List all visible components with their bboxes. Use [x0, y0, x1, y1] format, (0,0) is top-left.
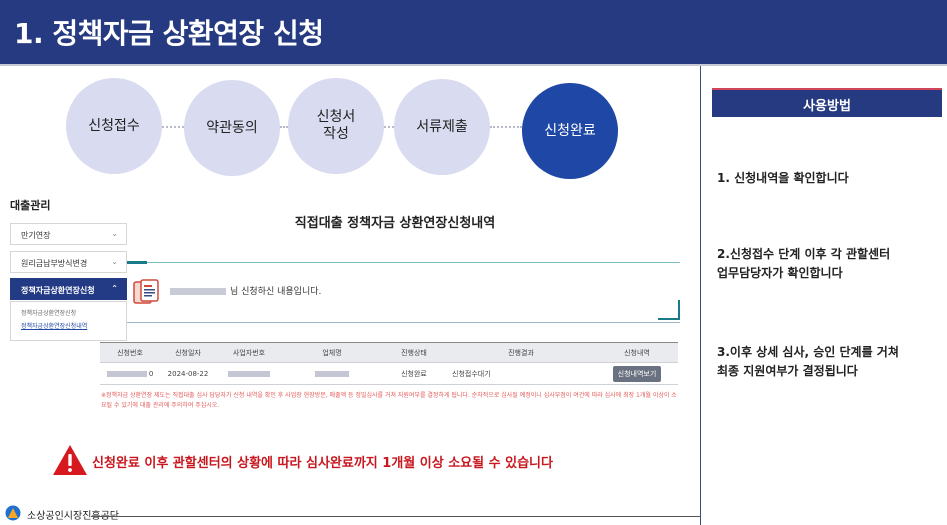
chevron-up-icon: ⌃ [111, 284, 118, 293]
cell-result: 신청접수대기 [446, 362, 596, 385]
step-documents: 서류제출 [394, 79, 490, 175]
cell-date: 2024-08-22 [160, 362, 216, 385]
application-table: 신청번호 신청일자 사업자번호 업체명 진행상태 진행결과 신청내역 0 202… [100, 342, 678, 385]
step-form: 신청서 작성 [288, 78, 384, 174]
chevron-down-icon: ⌄ [111, 229, 118, 238]
cell-application-number: 0 [100, 362, 160, 385]
sidebar-item-label: 만기연장 [21, 231, 51, 240]
table-header-row: 신청번호 신청일자 사업자번호 업체명 진행상태 진행결과 신청내역 [100, 342, 678, 363]
step-connector [490, 126, 522, 128]
step-complete: 신청완료 [522, 83, 618, 179]
step-connector [162, 126, 184, 128]
how-to-title: 사용방법 [712, 88, 942, 117]
warning-message: 신청완료 이후 관할센터의 상황에 따라 심사완료까지 1개월 이상 소요될 수… [92, 456, 553, 471]
cell-business-number [216, 362, 282, 385]
table-row: 0 2024-08-22 신청완료 신청접수대기 신청내역보기 [100, 362, 678, 385]
submenu-item-history[interactable]: 정책자금상환연장신청내역 [21, 321, 126, 330]
sidebar-item-repayment-change[interactable]: 원리금납부방식변경 ⌄ [10, 251, 127, 273]
masked-name [170, 288, 226, 295]
divider [127, 262, 680, 263]
submenu-item-apply[interactable]: 정책자금상환연장신청 [21, 308, 126, 317]
organization-name: 소상공인시장진흥공단 [27, 511, 119, 522]
footnote-text: ※정책자금 상환연장 제도는 직접대출 심사 담당자가 신청 내역을 확인 후 … [101, 392, 677, 409]
view-detail-button[interactable]: 신청내역보기 [612, 365, 662, 382]
column-header: 업체명 [282, 342, 382, 363]
corner-bracket [658, 300, 680, 320]
vertical-divider [700, 66, 701, 525]
document-icon [133, 279, 159, 304]
step-connector [280, 126, 288, 128]
column-header: 진행결과 [446, 342, 596, 363]
column-header: 신청번호 [100, 342, 160, 363]
notice-message: 님 신청하신 내용입니다. [170, 284, 321, 297]
instruction-step-2: 2.신청접수 단계 이후 각 관할센터 업무담당자가 확인합니다 [717, 247, 891, 280]
divider-accent [127, 261, 147, 264]
warning-icon [53, 445, 87, 475]
header-bar: 1. 정책자금 상환연장 신청 [0, 0, 947, 64]
divider [127, 322, 680, 323]
content-title: 직접대출 정책자금 상환연장신청내역 [294, 216, 496, 231]
cell-detail: 신청내역보기 [596, 362, 678, 385]
step-apply: 신청접수 [66, 78, 162, 174]
column-header: 사업자번호 [216, 342, 282, 363]
sidebar-submenu: 정책자금상환연장신청 정책자금상환연장신청내역 [10, 301, 127, 341]
sidebar-item-label: 원리금납부방식변경 [21, 259, 88, 268]
sidebar-title: 대출관리 [10, 199, 51, 212]
instruction-step-1: 1. 신청내역을 확인합니다 [717, 171, 849, 185]
header-divider [0, 64, 947, 66]
chevron-down-icon: ⌄ [111, 257, 118, 266]
page-title: 1. 정책자금 상환연장 신청 [14, 17, 324, 50]
column-header: 신청내역 [596, 342, 678, 363]
sidebar-item-maturity-extension[interactable]: 만기연장 ⌄ [10, 223, 127, 245]
cell-company-name [282, 362, 382, 385]
column-header: 진행상태 [382, 342, 446, 363]
step-connector [384, 126, 394, 128]
cell-status: 신청완료 [382, 362, 446, 385]
organization-logo [5, 505, 21, 521]
sidebar-item-label: 정책자금상환연장신청 [21, 286, 95, 295]
instruction-step-3: 3.이후 상세 심사, 승인 단계를 거쳐 최종 지원여부가 결정됩니다 [717, 345, 899, 378]
column-header: 신청일자 [160, 342, 216, 363]
sidebar-item-policy-fund-extension[interactable]: 정책자금상환연장신청 ⌃ [10, 278, 127, 300]
footer-line [91, 516, 701, 517]
step-terms: 약관동의 [184, 80, 280, 176]
